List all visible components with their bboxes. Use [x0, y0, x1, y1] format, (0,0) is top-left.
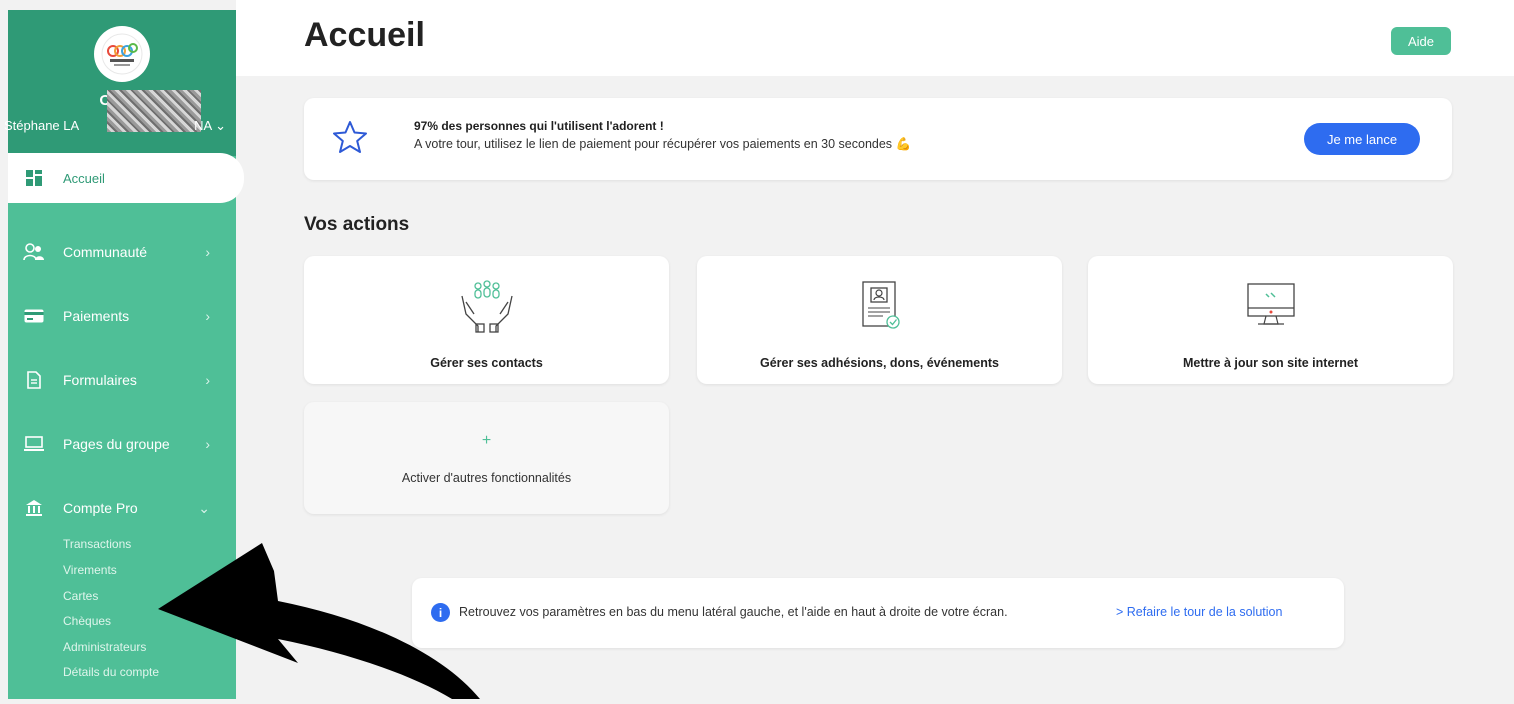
- action-card-website[interactable]: Mettre à jour son site internet: [1088, 256, 1453, 384]
- sidebar-item-label: Pages du groupe: [63, 436, 170, 452]
- star-icon: [332, 120, 368, 159]
- launch-button[interactable]: Je me lance: [1304, 123, 1420, 155]
- sidebar-item-pages-du-groupe[interactable]: Pages du groupe ›: [8, 420, 236, 468]
- sidebar-item-accueil[interactable]: Accueil: [8, 153, 244, 203]
- chevron-down-icon: ⌄: [215, 118, 226, 133]
- annotation-arrow-icon: [150, 535, 490, 704]
- info-box: i Retrouvez vos paramètres en bas du men…: [412, 578, 1344, 648]
- banner-title: 97% des personnes qui l'utilisent l'ador…: [414, 119, 664, 133]
- membership-card-icon: [697, 278, 1062, 334]
- restart-tour-link[interactable]: > Refaire le tour de la solution: [1116, 605, 1282, 619]
- plus-icon: +: [481, 432, 492, 449]
- actions-title: Vos actions: [304, 214, 410, 235]
- info-text: Retrouvez vos paramètres en bas du menu …: [459, 605, 1008, 619]
- chevron-down-icon: ⌄: [198, 499, 210, 516]
- bank-icon: [23, 497, 45, 519]
- sidebar-item-label: Formulaires: [63, 372, 137, 388]
- action-card-label: Gérer ses adhésions, dons, événements: [760, 356, 999, 370]
- chevron-right-icon: ›: [205, 436, 210, 452]
- help-button[interactable]: Aide: [1391, 27, 1451, 55]
- sub-item-virements[interactable]: Virements: [63, 563, 117, 577]
- add-features-label: Activer d'autres fonctionnalités: [401, 471, 572, 485]
- document-icon: [23, 369, 45, 391]
- sub-item-details-du-compte[interactable]: Détails du compte: [63, 665, 159, 679]
- muscle-emoji-icon: 💪: [895, 137, 912, 151]
- page-title: Accueil: [304, 16, 425, 54]
- chevron-right-icon: ›: [205, 244, 210, 260]
- org-logo[interactable]: [94, 26, 150, 82]
- sidebar-item-paiements[interactable]: Paiements ›: [8, 292, 236, 340]
- sidebar-item-label: Accueil: [63, 170, 105, 186]
- sidebar-item-communaute[interactable]: Communauté ›: [8, 228, 236, 276]
- monitor-icon: [1088, 278, 1453, 334]
- sub-item-transactions[interactable]: Transactions: [63, 537, 131, 551]
- user-name: Stéphane LA: [4, 118, 80, 133]
- banner-text-content: A votre tour, utilisez le lien de paieme…: [414, 137, 893, 151]
- hands-people-icon: [304, 278, 669, 334]
- sub-item-cheques[interactable]: Chèques: [63, 614, 111, 628]
- community-icon: [23, 241, 45, 263]
- action-card-label: Mettre à jour son site internet: [1182, 356, 1359, 370]
- laptop-icon: [23, 433, 45, 455]
- action-card-memberships[interactable]: Gérer ses adhésions, dons, événements: [697, 256, 1062, 384]
- action-card-label: Gérer ses contacts: [430, 356, 543, 370]
- sidebar-item-compte-pro[interactable]: Compte Pro ⌄: [8, 484, 236, 532]
- sub-item-cartes[interactable]: Cartes: [63, 589, 98, 603]
- action-card-contacts[interactable]: Gérer ses contacts: [304, 256, 669, 384]
- sidebar-item-label: Paiements: [63, 308, 130, 324]
- sidebar-item-formulaires[interactable]: Formulaires ›: [8, 356, 236, 404]
- chevron-right-icon: ›: [205, 308, 210, 324]
- banner-text: A votre tour, utilisez le lien de paieme…: [414, 137, 911, 152]
- chevron-right-icon: ›: [205, 372, 210, 388]
- card-icon: [23, 305, 45, 327]
- user-menu[interactable]: Stéphane LA NA ⌄: [4, 118, 236, 134]
- promo-banner: 97% des personnes qui l'utilisent l'ador…: [304, 98, 1452, 180]
- add-features-card[interactable]: + Activer d'autres fonctionnalités: [304, 402, 669, 514]
- sidebar-header: OCCE Stéphane LA NA ⌄: [4, 10, 236, 156]
- dashboard-icon: [23, 167, 45, 189]
- user-name-end: NA: [194, 118, 212, 133]
- top-header: Accueil Aide: [236, 0, 1514, 76]
- sidebar-item-label: Communauté: [63, 244, 148, 260]
- sub-item-administrateurs[interactable]: Administrateurs: [63, 640, 146, 654]
- sidebar-item-label: Compte Pro: [63, 500, 138, 516]
